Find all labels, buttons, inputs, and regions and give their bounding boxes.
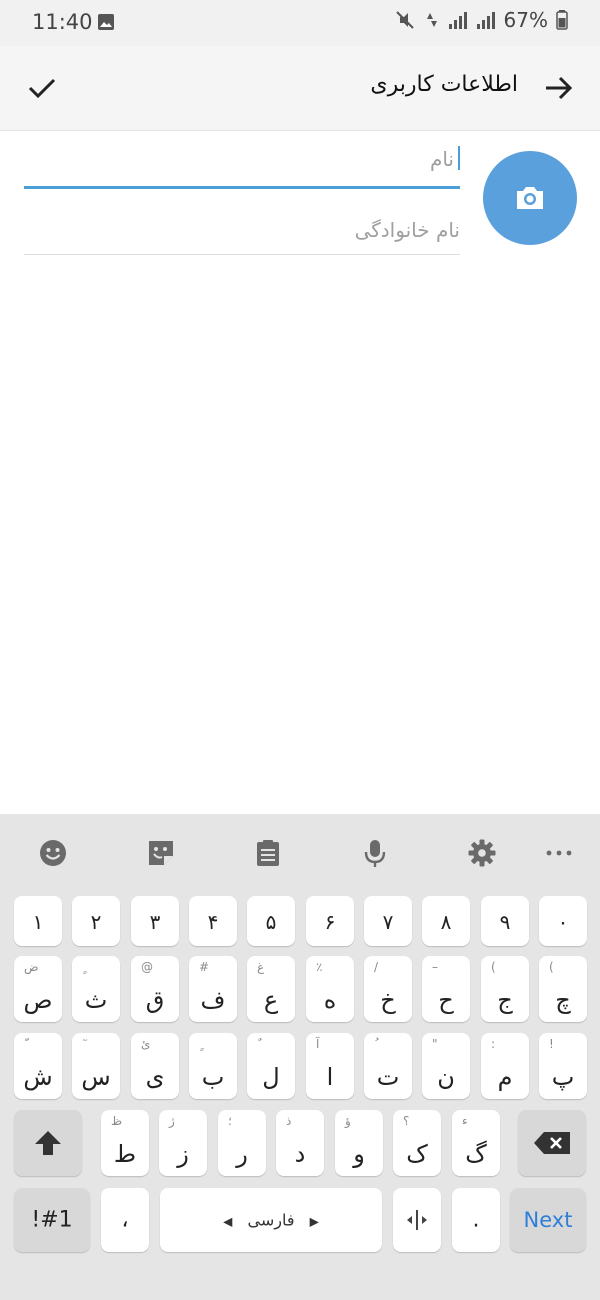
- key-nun[interactable]: " ن: [422, 1033, 470, 1099]
- status-right: 67%: [394, 8, 568, 32]
- key-num-0[interactable]: ۰: [539, 896, 587, 946]
- key-lam[interactable]: ٌل: [247, 1033, 295, 1099]
- key-pe[interactable]: ! پ: [539, 1033, 587, 1099]
- key-num-7[interactable]: ۷: [364, 896, 412, 946]
- key-ghaf[interactable]: @ ق: [131, 956, 179, 1022]
- key-re[interactable]: ؛ ر: [218, 1110, 266, 1176]
- first-name-field[interactable]: نام: [24, 136, 460, 189]
- key-be[interactable]: ٍب: [189, 1033, 237, 1099]
- key-dal[interactable]: ذد: [276, 1110, 324, 1176]
- first-name-placeholder: نام: [429, 147, 454, 171]
- key-hhe[interactable]: – ح: [422, 956, 470, 1022]
- battery-icon: [556, 10, 568, 30]
- clipboard-icon[interactable]: [253, 838, 283, 868]
- key-gaf[interactable]: ءگ: [452, 1110, 500, 1176]
- key-num-4[interactable]: ۴: [189, 896, 237, 946]
- key-num-9[interactable]: ۹: [481, 896, 529, 946]
- last-name-placeholder: نام خانوادگی: [354, 218, 460, 242]
- key-num-1[interactable]: ۱: [14, 896, 62, 946]
- mic-icon[interactable]: [360, 838, 390, 868]
- backspace-key[interactable]: [518, 1110, 586, 1176]
- gallery-notification-icon: [98, 14, 114, 30]
- battery-percent: 67%: [503, 8, 548, 32]
- page-title: اطلاعات کاربری: [370, 72, 518, 97]
- status-time: 11:40: [32, 10, 93, 34]
- symbols-key[interactable]: !#1: [14, 1188, 90, 1252]
- key-alef[interactable]: آا: [306, 1033, 354, 1099]
- key-mim[interactable]: :م: [481, 1033, 529, 1099]
- camera-icon: [517, 187, 543, 209]
- language-right-arrow: ▶: [309, 1214, 319, 1229]
- key-khe[interactable]: / خ: [364, 956, 412, 1022]
- key-jim[interactable]: (ج: [481, 956, 529, 1022]
- key-ta[interactable]: ظط: [101, 1110, 149, 1176]
- text-cursor: [458, 146, 460, 170]
- key-num-6[interactable]: ۶: [306, 896, 354, 946]
- key-num-8[interactable]: ۸: [422, 896, 470, 946]
- emoji-icon[interactable]: [38, 838, 68, 868]
- last-name-field[interactable]: نام خانوادگی: [24, 204, 460, 255]
- key-sin[interactable]: ٓس: [72, 1033, 120, 1099]
- key-se[interactable]: ٍث: [72, 956, 120, 1022]
- cursor-move-key[interactable]: [393, 1188, 441, 1252]
- toolbar: اطلاعات کاربری: [0, 46, 600, 131]
- language-left-arrow: ◀: [223, 1214, 233, 1229]
- cursor-control-icon: [407, 1210, 427, 1230]
- signal-icon-1: [448, 12, 467, 29]
- key-num-3[interactable]: ۳: [131, 896, 179, 946]
- key-vav[interactable]: ؤو: [335, 1110, 383, 1176]
- avatar-button[interactable]: [483, 151, 577, 245]
- shift-arrow-icon: [35, 1131, 61, 1155]
- next-key[interactable]: Next: [510, 1188, 586, 1252]
- data-icon: [426, 13, 437, 27]
- key-sad[interactable]: ضص: [14, 956, 62, 1022]
- keyboard: ۱ ۲ ۳ ۴ ۵ ۶ ۷ ۸ ۹ ۰ ضص ٍث @ق #ف غع ٪ه /خ…: [0, 814, 600, 1300]
- key-che[interactable]: (چ: [539, 956, 587, 1022]
- key-ze[interactable]: ژز: [159, 1110, 207, 1176]
- backspace-icon: [534, 1132, 570, 1154]
- settings-icon[interactable]: [467, 838, 497, 868]
- key-num-5[interactable]: ۵: [247, 896, 295, 946]
- space-key[interactable]: ◀ فارسی ▶: [160, 1188, 382, 1252]
- signal-icon-2: [476, 12, 495, 29]
- comma-key[interactable]: ،: [101, 1188, 149, 1252]
- key-he[interactable]: ٪ ه: [306, 956, 354, 1022]
- space-label: فارسی: [247, 1210, 295, 1230]
- shift-key[interactable]: [14, 1110, 82, 1176]
- period-key[interactable]: .: [452, 1188, 500, 1252]
- check-icon[interactable]: [24, 70, 60, 106]
- key-eyn[interactable]: غع: [247, 956, 295, 1022]
- key-ye[interactable]: ئی: [131, 1033, 179, 1099]
- key-shin[interactable]: ّش: [14, 1033, 62, 1099]
- keyboard-toolbar: [0, 814, 600, 892]
- key-te[interactable]: ُت: [364, 1033, 412, 1099]
- more-icon[interactable]: [544, 838, 574, 868]
- key-kaf[interactable]: ؟ ک: [393, 1110, 441, 1176]
- status-bar: 11:40 67%: [0, 0, 600, 46]
- key-num-2[interactable]: ۲: [72, 896, 120, 946]
- mute-icon: [395, 11, 414, 29]
- back-arrow-icon[interactable]: [540, 70, 576, 106]
- key-fe[interactable]: # ف: [189, 956, 237, 1022]
- sticker-icon[interactable]: [146, 838, 176, 868]
